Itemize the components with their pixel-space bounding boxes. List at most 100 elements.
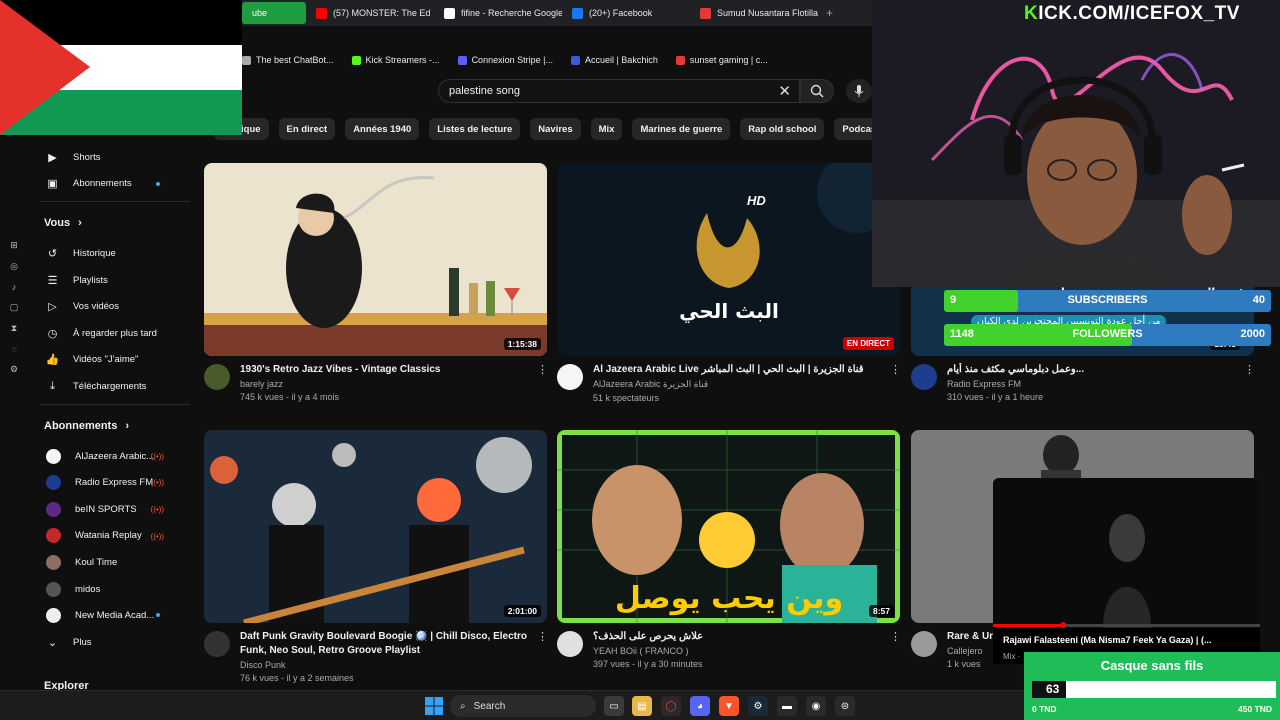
- windows-start-icon[interactable]: [425, 697, 443, 715]
- sidebar-item[interactable]: ▷ Vos vidéos: [28, 293, 198, 320]
- channel-avatar[interactable]: [911, 631, 937, 657]
- video-title[interactable]: علاش يحرص على الحذف؟: [593, 630, 883, 644]
- more-options-icon[interactable]: ⋮: [537, 363, 548, 376]
- bookmark-item[interactable]: The best ChatBot...: [242, 55, 334, 65]
- channel-name[interactable]: barely jazz: [240, 379, 530, 389]
- more-options-icon[interactable]: ⋮: [890, 630, 901, 643]
- video-thumbnail[interactable]: 2:01:00: [204, 430, 547, 623]
- box-icon[interactable]: ▢: [0, 302, 28, 313]
- chevron-right-icon: ›: [78, 217, 82, 230]
- brave-icon[interactable]: ▼: [719, 696, 739, 716]
- sidebar-item[interactable]: New Media Acad...: [28, 602, 198, 629]
- video-title[interactable]: وعمل دبلوماسي مكثف منذ أيام...: [947, 363, 1237, 377]
- channel-name[interactable]: Radio Express FM: [947, 379, 1237, 389]
- discord-icon[interactable]: ◕: [690, 696, 710, 716]
- filter-chip[interactable]: Années 1940: [345, 118, 420, 140]
- app-icon[interactable]: ⊜: [835, 696, 855, 716]
- bookmark-item[interactable]: Kick Streamers -...: [351, 55, 440, 65]
- sidebar-item[interactable]: Radio Express FM ((•)): [28, 469, 198, 496]
- filter-chip[interactable]: Navires: [530, 118, 581, 140]
- voice-search-button[interactable]: [846, 79, 872, 103]
- browser-tab[interactable]: (20+) Facebook: [562, 2, 690, 24]
- sidebar-item[interactable]: ☰ Playlists: [28, 267, 198, 294]
- sidebar-you-heading[interactable]: Vous ›: [28, 206, 198, 240]
- video-card[interactable]: HD البث الحي EN DIRECT Al Jazeera Arabic Li…: [557, 163, 901, 423]
- live-indicator-icon: ((•)): [150, 478, 164, 488]
- search-input[interactable]: palestine song ✕: [438, 79, 800, 103]
- sidebar-item[interactable]: AlJazeera Arabic... ((•)): [28, 443, 198, 470]
- sidebar-item[interactable]: Watania Replay ((•)): [28, 523, 198, 550]
- clear-search-icon[interactable]: ✕: [778, 82, 791, 100]
- video-thumbnail[interactable]: HD البث الحي EN DIRECT: [557, 163, 900, 356]
- channel-avatar[interactable]: [557, 631, 583, 657]
- chrome-icon[interactable]: ◉: [806, 696, 826, 716]
- video-stats: 310 vues - il y a 1 heure: [947, 392, 1044, 402]
- sidebar-item[interactable]: ↺ Historique: [28, 240, 198, 267]
- video-title[interactable]: 1930's Retro Jazz Vibes - Vintage Classi…: [240, 363, 530, 377]
- task-view-icon[interactable]: ▭: [604, 696, 624, 716]
- sidebar-item[interactable]: midos: [28, 576, 198, 603]
- browser-tab[interactable]: ube: [242, 2, 306, 24]
- sidebar-item[interactable]: ⤓ Téléchargements: [28, 373, 198, 400]
- new-tab-icon[interactable]: +: [826, 6, 833, 20]
- bookmark-label: Connexion Stripe |...: [471, 55, 553, 65]
- taskbar-search[interactable]: ⌕ Search: [450, 695, 596, 717]
- filter-chip[interactable]: En direct: [278, 118, 336, 140]
- opera-icon[interactable]: ◯: [661, 696, 681, 716]
- video-text: 1930's Retro Jazz Vibes - Vintage Classi…: [240, 363, 530, 402]
- video-thumbnail[interactable]: 1:15:38: [204, 163, 547, 356]
- video-card[interactable]: 1:15:38 1930's Retro Jazz Vibes - Vintage…: [204, 163, 548, 423]
- filter-chip[interactable]: Listes de lecture: [429, 118, 521, 140]
- video-card[interactable]: وين يحب يوصل 8:57 علاش يحرص على الحذف؟ YEAH…: [557, 430, 901, 690]
- file-explorer-icon[interactable]: ▤: [632, 696, 652, 716]
- more-options-icon[interactable]: ⋮: [537, 630, 548, 643]
- mini-player[interactable]: Rajawi Falasteeni (Ma Nisma7 Feek Ya Gaz…: [993, 478, 1260, 664]
- more-options-icon[interactable]: ⋮: [1244, 363, 1255, 376]
- channel-avatar[interactable]: [204, 364, 230, 390]
- browser-tab[interactable]: Sumud Nusantara Flotilla: [690, 2, 818, 24]
- sidebar-item[interactable]: ▣ Abonnements: [28, 171, 198, 198]
- sidebar-item[interactable]: ◷ À regarder plus tard: [28, 320, 198, 347]
- video-title[interactable]: Al Jazeera Arabic Live قناة الجزيرة | ال…: [593, 363, 883, 377]
- sidebar-show-more[interactable]: ⌄ Plus: [28, 629, 198, 656]
- settings-icon[interactable]: ⚙: [0, 364, 28, 375]
- channel-name[interactable]: AlJazeera Arabic قناة الجزيرة: [593, 379, 883, 390]
- sidebar-item-label: Playlists: [73, 274, 108, 286]
- sidebar-item[interactable]: ▶ Shorts: [28, 144, 198, 171]
- terminal-icon[interactable]: ▬: [777, 696, 797, 716]
- sidebar-subscriptions-heading[interactable]: Abonnements ›: [28, 409, 198, 443]
- video-title[interactable]: Daft Punk Gravity Boulevard Boogie 🪩 | C…: [240, 630, 530, 658]
- filter-chip[interactable]: Marines de guerre: [632, 118, 731, 140]
- bookmark-item[interactable]: sunset gaming | c...: [675, 55, 768, 65]
- video-card[interactable]: 2:01:00 Daft Punk Gravity Boulevard Boogi…: [204, 430, 548, 690]
- sidebar-item[interactable]: 👍 Vidéos "J'aime": [28, 347, 198, 374]
- browser-tab[interactable]: fifine - Recherche Google: [434, 2, 562, 24]
- hourglass-icon[interactable]: ⧗: [0, 323, 28, 334]
- bookmark-item[interactable]: Accueil | Bakchich: [570, 55, 658, 65]
- chat-icon[interactable]: ◌: [0, 344, 28, 354]
- video-duration: 1:15:38: [503, 338, 541, 350]
- video-thumbnail[interactable]: وين يحب يوصل 8:57: [557, 430, 900, 623]
- filter-chip[interactable]: Podcasts: [834, 118, 872, 140]
- channel-avatar[interactable]: [911, 364, 937, 390]
- bookmark-item[interactable]: Connexion Stripe |...: [457, 55, 553, 65]
- donation-goal-max: 450 TND: [1237, 704, 1272, 714]
- channel-name[interactable]: YEAH BOii ( FRANCO ): [593, 646, 883, 656]
- steam-icon[interactable]: ⚙: [748, 696, 768, 716]
- filter-chip[interactable]: Rap old school: [740, 118, 825, 140]
- search-button[interactable]: [800, 79, 834, 103]
- channel-name[interactable]: Disco Punk: [240, 660, 530, 670]
- more-options-icon[interactable]: ⋮: [890, 363, 901, 376]
- instagram-icon[interactable]: ◎: [0, 261, 28, 272]
- channel-avatar[interactable]: [204, 631, 230, 657]
- browser-tab[interactable]: (57) MONSTER: The Ed: [306, 2, 434, 24]
- sidebar-item[interactable]: Koul Time: [28, 549, 198, 576]
- sidebar-item-label: Shorts: [73, 151, 101, 163]
- bookmark-label: Kick Streamers -...: [365, 55, 440, 65]
- filter-chip[interactable]: Mix: [590, 118, 623, 140]
- video-stats: 745 k vues - il y a 4 mois: [240, 392, 340, 402]
- sidebar-item[interactable]: beIN SPORTS ((•)): [28, 496, 198, 523]
- channel-avatar[interactable]: [557, 364, 583, 390]
- tiktok-icon[interactable]: ♪: [0, 282, 28, 292]
- bag-icon[interactable]: ⊞: [0, 240, 28, 251]
